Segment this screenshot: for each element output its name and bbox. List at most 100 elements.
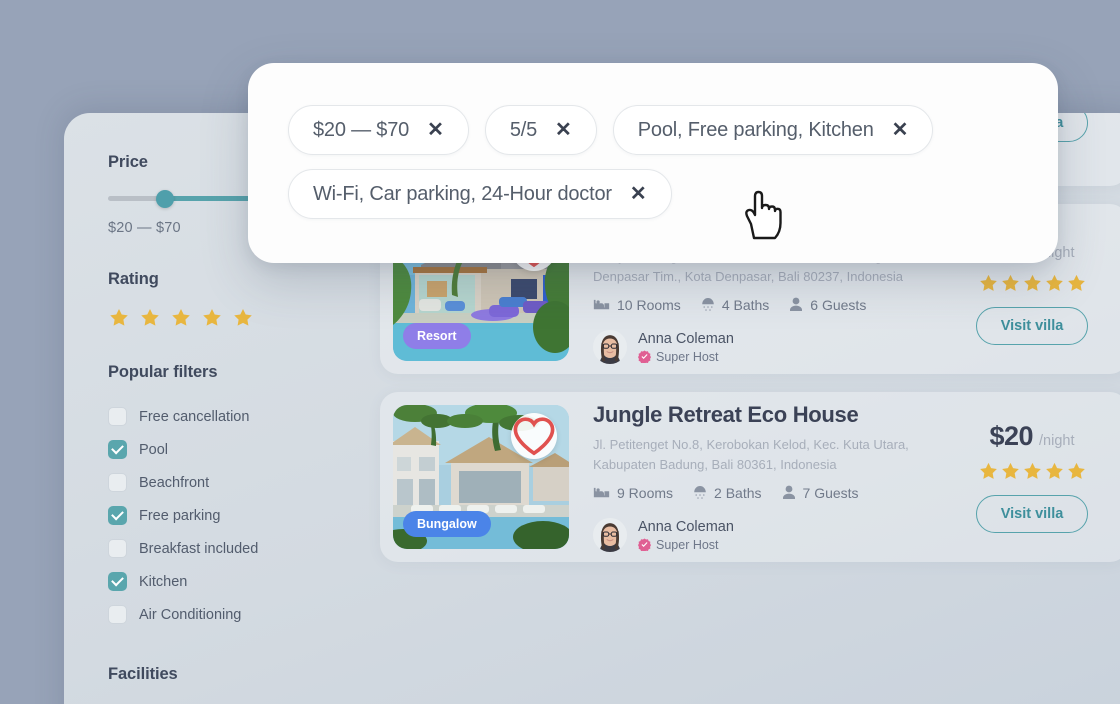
rating-heading: Rating — [108, 270, 159, 288]
popular-filter-kitchen[interactable]: Kitchen — [108, 565, 380, 598]
star-icon — [110, 309, 128, 326]
star-icon — [1045, 462, 1063, 479]
remove-filter-icon[interactable]: ✕ — [555, 120, 572, 140]
popular-filter-air-conditioning[interactable]: Air Conditioning — [108, 598, 380, 631]
host-block[interactable]: Anna Coleman Super Host — [593, 329, 939, 364]
star-icon — [234, 309, 252, 326]
visit-villa-button[interactable]: Visit villa — [975, 495, 1089, 533]
star-icon — [1045, 274, 1063, 291]
person-icon — [790, 297, 803, 312]
filter-chip[interactable]: 5/5 ✕ — [484, 105, 597, 155]
checkbox-checked-icon[interactable] — [108, 506, 127, 525]
avatar — [593, 329, 627, 364]
popular-filter-pool[interactable]: Pool — [108, 433, 380, 466]
checkbox-checked-icon[interactable] — [108, 440, 127, 459]
checkbox-checked-icon[interactable] — [108, 572, 127, 591]
star-icon — [1067, 462, 1085, 479]
facilities-heading: Facilities — [108, 665, 178, 683]
filter-chip[interactable]: Pool, Free parking, Kitchen ✕ — [612, 105, 934, 155]
baths-count: 2 Baths — [693, 484, 762, 501]
person-icon — [782, 485, 795, 500]
listing-rating-stars — [978, 273, 1087, 294]
listing-amenities: 10 Rooms 4 Baths 6 Guests — [593, 297, 939, 313]
rooms-label: 10 Rooms — [617, 296, 681, 313]
filter-chip[interactable]: Wi-Fi, Car parking, 24-Hour doctor ✕ — [288, 169, 672, 219]
host-status-label: Super Host — [656, 349, 719, 364]
host-avatar — [593, 329, 627, 364]
rating-star-2[interactable] — [139, 307, 161, 329]
popular-filters-list: Free cancellation Pool Beachfront Free park… — [108, 400, 380, 631]
popular-filter-free-parking[interactable]: Free parking — [108, 499, 380, 532]
bed-icon — [593, 487, 610, 497]
filter-label: Free cancellation — [139, 408, 250, 425]
listing-thumbnail[interactable]: Bungalow — [393, 405, 569, 549]
rating-star-5[interactable] — [232, 307, 254, 329]
host-status: Super Host — [638, 350, 734, 364]
active-filters-popup: $20 — $70 ✕ 5/5 ✕ Pool, Free parking, Kitche… — [248, 63, 1058, 263]
filter-label: Air Conditioning — [139, 606, 242, 623]
listing-title[interactable]: Jungle Retreat Eco House — [593, 402, 939, 428]
star-icon — [1001, 274, 1019, 291]
filter-label: Beachfront — [139, 474, 210, 491]
rooms-label: 9 Rooms — [617, 484, 674, 501]
star-icon — [1023, 462, 1041, 479]
price-line: $20/night — [989, 421, 1074, 452]
baths-label: 4 Baths — [721, 296, 770, 313]
rating-stars[interactable] — [108, 307, 380, 329]
rating-star-4[interactable] — [201, 307, 223, 329]
checkbox-unchecked-icon[interactable] — [108, 473, 127, 492]
avatar — [593, 517, 627, 552]
popular-filter-breakfast-included[interactable]: Breakfast included — [108, 532, 380, 565]
price-amount: $20 — [989, 421, 1034, 451]
checkbox-unchecked-icon[interactable] — [108, 539, 127, 558]
listing-card[interactable]: Bungalow Jungle Retreat Eco House Jl. Peti… — [380, 392, 1120, 562]
star-icon — [1067, 274, 1085, 291]
remove-filter-icon[interactable]: ✕ — [630, 184, 647, 204]
price-period: /night — [1039, 433, 1075, 449]
listing-address: Jl. Petitenget No.8, Kerobokan Kelod, Ke… — [593, 437, 909, 473]
filter-label: Free parking — [139, 507, 221, 524]
bed-icon — [593, 299, 610, 309]
rating-star-1[interactable] — [108, 307, 130, 329]
guests-count: 7 Guests — [782, 485, 859, 501]
host-avatar — [593, 517, 627, 552]
filter-chip-rows: $20 — $70 ✕ 5/5 ✕ Pool, Free parking, Kitche… — [288, 105, 1018, 219]
listing-info: Jungle Retreat Eco House Jl. Petitenget N… — [569, 402, 955, 552]
host-block[interactable]: Anna Coleman Super Host — [593, 517, 939, 552]
star-icon — [1001, 462, 1019, 479]
chip-row-2: Wi-Fi, Car parking, 24-Hour doctor ✕ — [288, 169, 1018, 219]
screen-root: Price $20 — $70 Rating Popular filters F… — [0, 0, 1120, 704]
star-icon — [141, 309, 159, 326]
popular-filter-free-cancellation[interactable]: Free cancellation — [108, 400, 380, 433]
property-type-badge: Resort — [403, 323, 471, 349]
star-icon — [172, 309, 190, 326]
listing-pricebox: $20/night Visit villa — [955, 421, 1115, 533]
baths-count: 4 Baths — [701, 297, 769, 313]
checkbox-unchecked-icon[interactable] — [108, 605, 127, 624]
price-slider-knob[interactable] — [156, 190, 174, 208]
shower-icon — [702, 297, 714, 311]
star-icon — [979, 462, 997, 479]
filter-chip-label: $20 — $70 — [313, 118, 410, 141]
rating-star-3[interactable] — [170, 307, 192, 329]
filter-label: Pool — [139, 441, 169, 458]
visit-villa-button[interactable]: Visit villa — [975, 307, 1089, 345]
listing-amenities: 9 Rooms 2 Baths 7 Guests — [593, 485, 939, 501]
heart-icon[interactable] — [511, 413, 557, 459]
checkbox-unchecked-icon[interactable] — [108, 407, 127, 426]
star-icon — [1023, 274, 1041, 291]
guests-count: 6 Guests — [789, 297, 866, 313]
filter-chip-label: 5/5 — [509, 118, 538, 141]
filter-chip-label: Wi-Fi, Car parking, 24-Hour doctor — [313, 182, 612, 205]
filter-chip[interactable]: $20 — $70 ✕ — [288, 105, 469, 155]
popular-filter-beachfront[interactable]: Beachfront — [108, 466, 380, 499]
guests-label: 7 Guests — [802, 484, 859, 501]
host-name: Anna Coleman — [638, 518, 734, 535]
baths-label: 2 Baths — [714, 484, 762, 501]
remove-filter-icon[interactable]: ✕ — [892, 120, 909, 140]
remove-filter-icon[interactable]: ✕ — [427, 120, 444, 140]
favorite-button[interactable] — [511, 413, 557, 459]
verified-badge-icon — [638, 538, 651, 552]
rooms-count: 10 Rooms — [593, 297, 681, 313]
host-name: Anna Coleman — [638, 330, 734, 347]
